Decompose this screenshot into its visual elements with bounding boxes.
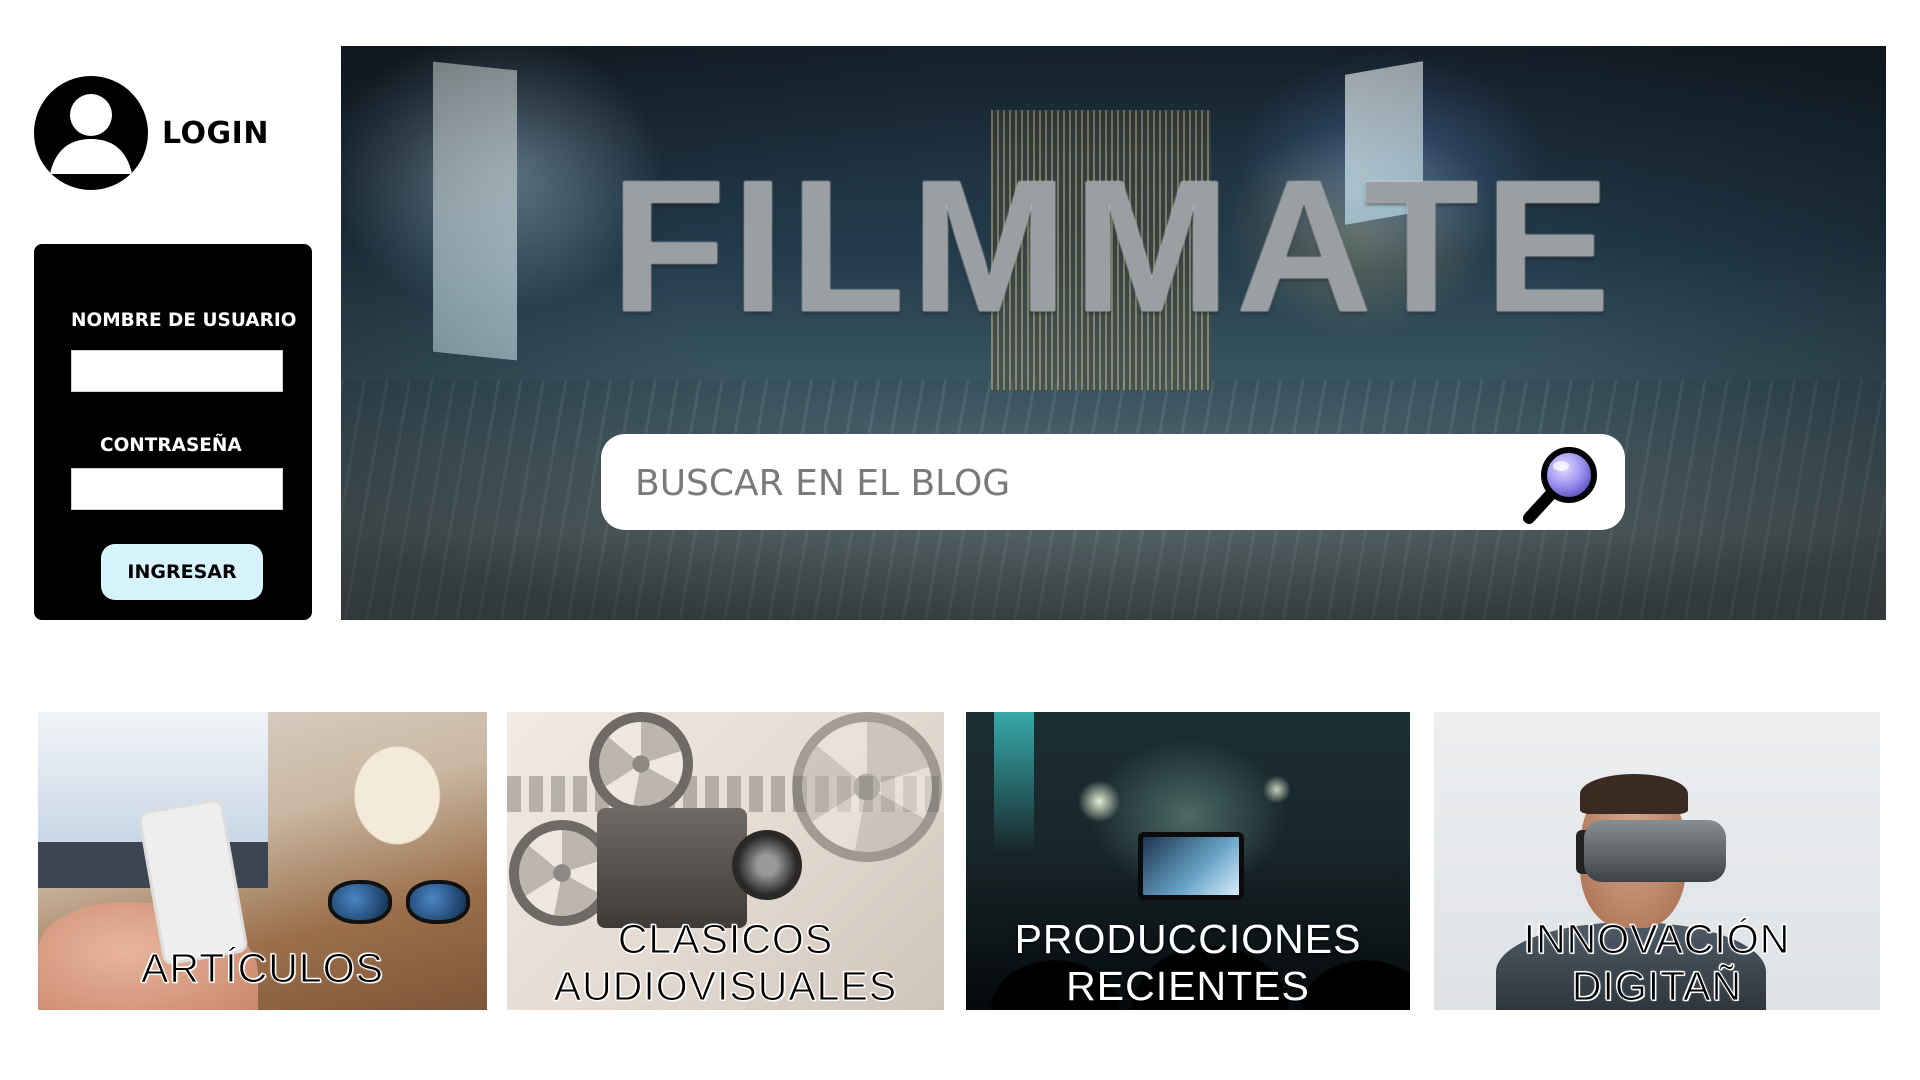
search-input[interactable] [633,456,1457,510]
username-field[interactable] [71,350,283,392]
person-hair [1580,774,1688,814]
hero-banner: FILMMATE [341,46,1886,620]
film-reel-image [589,712,693,816]
login-header: LOGIN [34,76,269,190]
search-bar [601,434,1625,530]
phone-recording-image [1138,832,1244,900]
category-card-articulos[interactable]: ARTÍCULOS [38,712,487,1010]
category-card-innovacion[interactable]: INNOVACIÓN DIGITAÑ [1434,712,1880,1010]
film-reel-image [792,712,942,862]
password-field[interactable] [71,468,283,510]
user-avatar-icon[interactable] [34,76,148,190]
login-form: NOMBRE DE USUARIO CONTRASEÑA INGRESAR [34,244,312,620]
projector-lens [732,830,802,900]
login-title: LOGIN [162,115,269,151]
category-card-clasicos[interactable]: CLASICOS AUDIOVISUALES [507,712,944,1010]
search-button[interactable] [1519,442,1603,526]
vr-headset-image [1584,820,1726,882]
category-label: ARTÍCULOS [141,945,384,992]
category-card-producciones[interactable]: PRODUCCIONES RECIENTES [966,712,1410,1010]
stage-light [994,712,1034,852]
magnifier-icon [1523,447,1597,524]
category-label: PRODUCCIONES RECIENTES [1014,916,1362,1009]
projector-image [597,808,747,928]
login-submit-button[interactable]: INGRESAR [101,544,263,600]
sunglasses-image [328,880,478,924]
category-label: CLASICOS AUDIOVISUALES [553,916,898,1010]
brand-title: FILMMATE [610,141,1617,351]
username-label: NOMBRE DE USUARIO [71,310,297,331]
password-label: CONTRASEÑA [100,435,242,456]
category-label: INNOVACIÓN DIGITAÑ [1523,916,1791,1010]
